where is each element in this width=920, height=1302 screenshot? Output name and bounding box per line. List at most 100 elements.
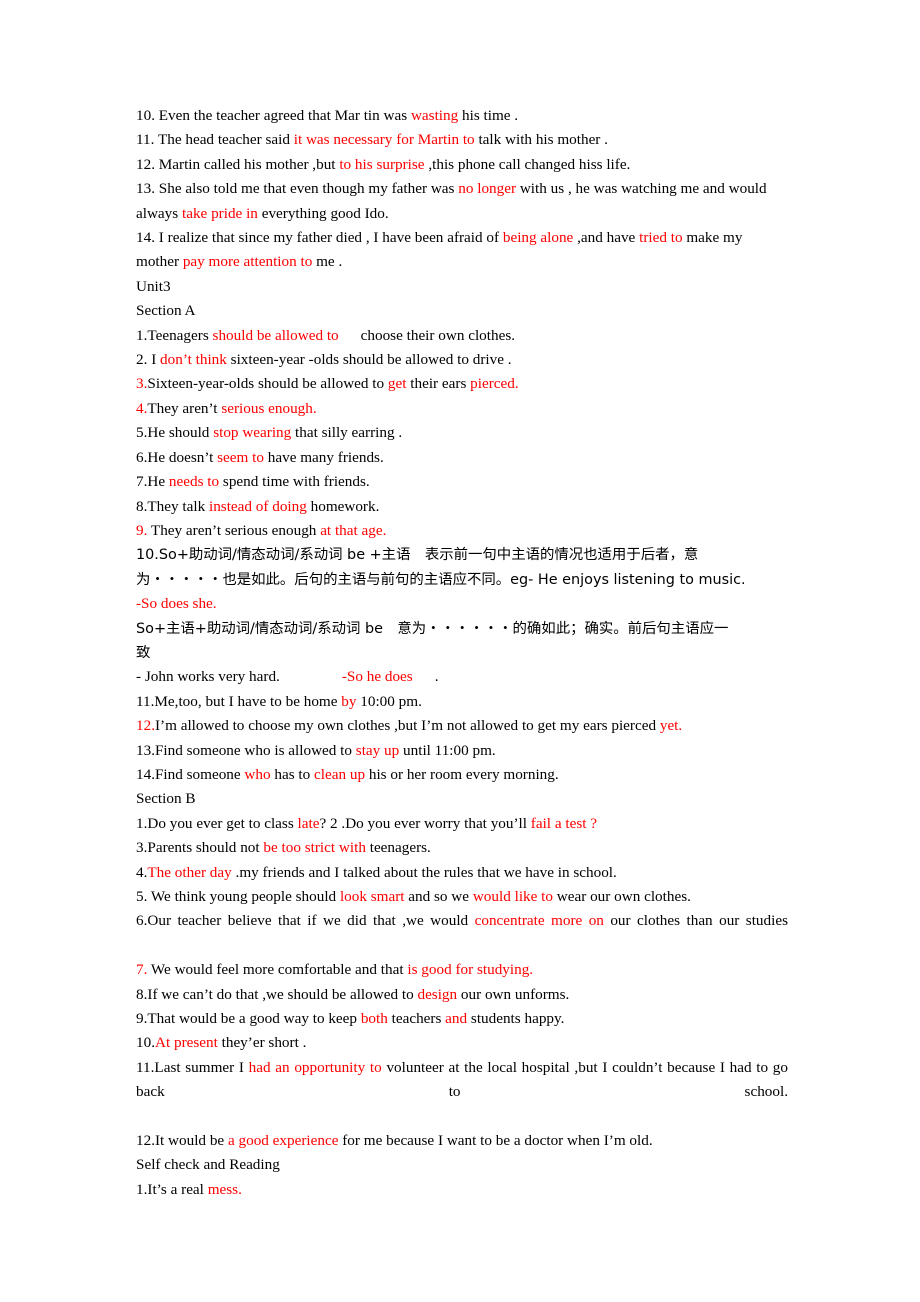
answer-line: 14.Find someone who has to clean up his …	[136, 763, 788, 787]
answer-line: 8.They talk instead of doing homework.	[136, 495, 788, 519]
answer-number: 11.	[136, 131, 155, 149]
answer-key-text: At present	[154, 1034, 218, 1052]
answer-key-text: being alone	[502, 229, 574, 247]
answer-key-text: had an opportunity to	[248, 1058, 382, 1076]
answer-line: 11. The head teacher said it was necessa…	[136, 128, 788, 152]
grammar-rule-1-line-1: 10.So+助动词/情态动词/系动词 be +主语 表示前一句中主语的情况也适用…	[136, 547, 699, 564]
answer-key-text: stay up	[355, 741, 400, 759]
answer-key-text: stop wearing	[213, 424, 292, 442]
answer-plain-text: Sixteen-year-olds should be allowed to	[147, 375, 388, 393]
heading-section-a: Section A	[136, 302, 196, 320]
answer-number: 6.	[136, 912, 148, 930]
answer-plain-text: The head teacher said	[154, 131, 294, 149]
answer-key-text: seem to	[217, 448, 264, 466]
document-body: 10. Even the teacher agreed that Mar tin…	[136, 104, 788, 1202]
answer-key-text: serious enough.	[221, 399, 317, 417]
answer-plain-text: 10:00 pm.	[356, 692, 422, 710]
answer-plain-text: has to	[270, 765, 315, 783]
answer-key-text: pay more attention to	[182, 253, 313, 271]
answer-plain-text: homework.	[306, 497, 380, 515]
answer-plain-text: students happy.	[467, 1010, 565, 1028]
answer-plain-text: Me,too, but I have to be home	[154, 692, 342, 710]
answer-number: 3.	[136, 839, 148, 857]
answer-number: 12.	[136, 155, 155, 173]
answer-key-text: both	[360, 1010, 388, 1028]
intro-answer-list: 10. Even the teacher agreed that Mar tin…	[136, 104, 788, 275]
answer-line: 7. We would feel more comfortable and th…	[136, 958, 788, 982]
answer-number: 6.	[136, 448, 148, 466]
answer-key-text: tried to	[639, 229, 683, 247]
answer-line: 13. She also told me that even though my…	[136, 177, 788, 226]
answer-number: 1.	[136, 326, 148, 344]
heading-section-b: Section B	[136, 790, 196, 808]
answer-plain-text: have many friends.	[263, 448, 384, 466]
answer-key-text: pierced.	[470, 375, 519, 393]
answer-line: 12.I’m allowed to choose my own clothes …	[136, 714, 788, 738]
answer-plain-text: I realize that since my father died , I …	[154, 229, 503, 247]
answer-plain-text: Last summer I	[154, 1058, 249, 1076]
answer-plain-text: talk with his mother .	[474, 131, 608, 149]
answer-plain-text: They talk	[147, 497, 209, 515]
answer-key-text: is good for studying.	[407, 961, 534, 979]
answer-plain-text: ,and have	[573, 229, 640, 247]
grammar-rule-2-line-1: So+主语+助动词/情态动词/系动词 be 意为・・・・・・的确如此；确实。前后…	[136, 620, 729, 637]
answer-plain-text: Find someone	[154, 765, 245, 783]
answer-plain-text: choose their own clothes.	[360, 326, 516, 344]
answer-key-text: no longer	[458, 180, 517, 198]
answer-number: 4.	[136, 399, 148, 417]
answer-plain-text: Even the teacher agreed that Mar tin was	[154, 107, 411, 124]
answer-line: 4.The other day .my friends and I talked…	[136, 861, 788, 885]
answer-number: 7.	[136, 473, 148, 491]
answer-plain-text: wear our own clothes.	[552, 888, 691, 905]
grammar-example-answer: -So he does	[341, 668, 413, 686]
answer-key-text: should be allowed to	[212, 326, 339, 344]
answer-line: 1.It’s a real mess.	[136, 1178, 788, 1202]
answer-plain-text: their ears	[406, 375, 471, 393]
answer-plain-text: his time .	[458, 107, 519, 124]
answer-plain-text: We think young people should	[147, 888, 340, 905]
document-page: 10. Even the teacher agreed that Mar tin…	[0, 0, 920, 1302]
answer-plain-text: .my friends and I talked about the rules…	[231, 863, 617, 881]
answer-key-text: design	[417, 985, 458, 1003]
answer-number: 2.	[136, 351, 148, 369]
answer-plain-text: He doesn’t	[147, 448, 218, 466]
answer-plain-text: his or her room every morning.	[365, 765, 559, 783]
answer-number: 5.	[136, 424, 148, 442]
answer-number: 13.	[136, 180, 155, 198]
answer-line: 9.That would be a good way to keep both …	[136, 1007, 788, 1031]
answer-key-text: take pride in	[181, 204, 258, 222]
answer-number: 7.	[136, 961, 148, 979]
answer-plain-text: teachers	[387, 1010, 446, 1028]
answer-number: 8.	[136, 985, 148, 1003]
answer-line: 1.Teenagers should be allowed to choose t…	[136, 324, 788, 348]
answer-number: 13.	[136, 741, 155, 759]
answer-number: 14.	[136, 229, 155, 247]
answer-number: 14.	[136, 765, 155, 783]
answer-line: 13.Find someone who is allowed to stay u…	[136, 739, 788, 763]
answer-plain-text: ? 2 .Do you ever worry that you’ll	[319, 814, 531, 832]
answer-plain-text: Find someone who is allowed to	[154, 741, 356, 759]
answer-key-text: fail a test ?	[530, 814, 597, 832]
answer-plain-text: Do you ever get to class	[147, 814, 298, 832]
answer-plain-text: that silly earring .	[291, 424, 403, 442]
answer-line: 4.They aren’t serious enough.	[136, 397, 788, 421]
answer-line: 11.Last summer I had an opportunity to v…	[136, 1056, 788, 1129]
answer-key-text: wasting	[410, 107, 459, 124]
answer-number: 5.	[136, 888, 148, 905]
answer-line: 10. Even the teacher agreed that Mar tin…	[136, 104, 788, 128]
answer-key-text: would like to	[472, 888, 553, 905]
answer-line: 2. I don’t think sixteen-year -olds shou…	[136, 348, 788, 372]
self-check-answer-list: 1.It’s a real mess.	[136, 1178, 788, 1202]
answer-number: 1.	[136, 814, 148, 832]
answer-line: 11.Me,too, but I have to be home by 10:0…	[136, 690, 788, 714]
section-b-answer-list: 1.Do you ever get to class late? 2 .Do y…	[136, 812, 788, 1154]
answer-line: 8.If we can’t do that ,we should be allo…	[136, 983, 788, 1007]
answer-key-text: late	[297, 814, 320, 832]
answer-line: 6.Our teacher believe that if we did tha…	[136, 909, 788, 958]
answer-line: 10.At present they’er short .	[136, 1031, 788, 1055]
answer-plain-text: me .	[312, 253, 343, 271]
answer-key-text: The other day	[147, 863, 232, 881]
answer-line: 12. Martin called his mother ,but to his…	[136, 153, 788, 177]
answer-line: 3.Parents should not be too strict with …	[136, 836, 788, 860]
answer-key-text: instead of doing	[208, 497, 307, 515]
